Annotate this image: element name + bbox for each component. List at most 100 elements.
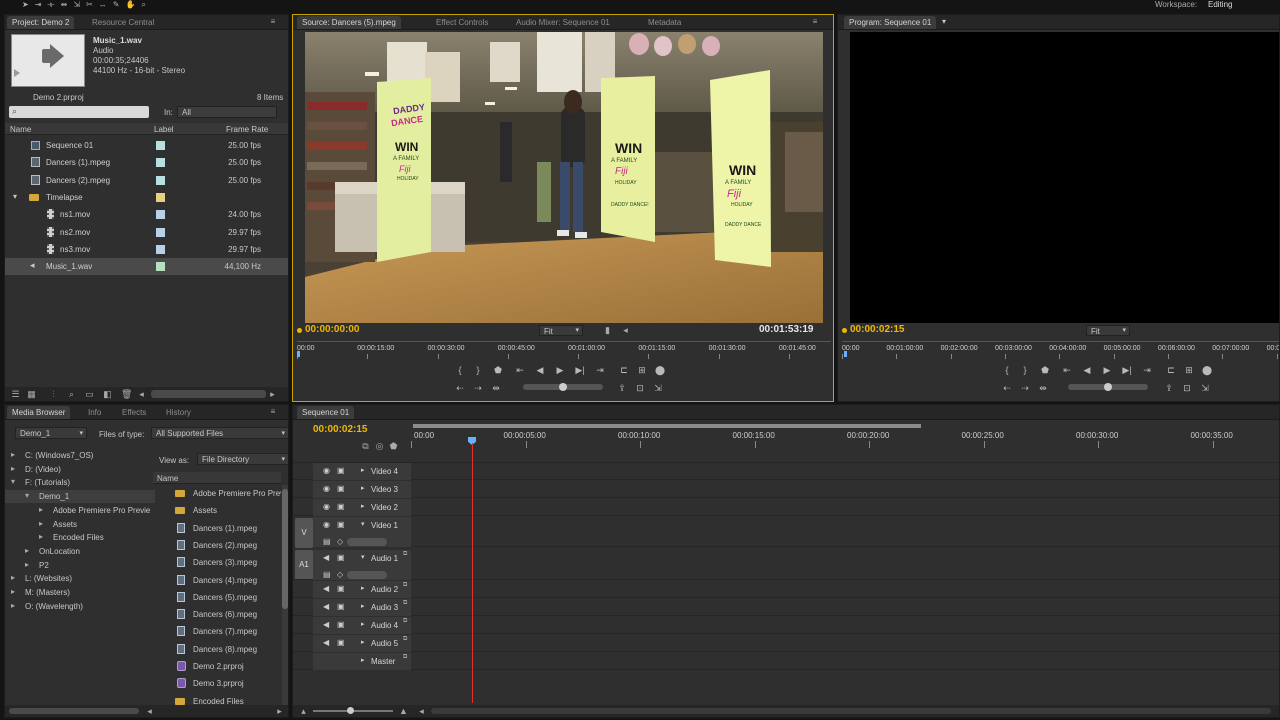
tree-item[interactable]: ▸ M: (Masters)	[5, 586, 155, 599]
output-icon[interactable]: ⇹	[489, 382, 503, 394]
rate-stretch-tool-icon[interactable]: ⇲	[73, 0, 86, 9]
rolling-edit-tool-icon[interactable]: ⇹	[61, 0, 74, 9]
tab-program[interactable]: Program: Sequence 01	[844, 16, 937, 29]
program-playhead-marker[interactable]	[844, 351, 847, 357]
file-list-item[interactable]: Dancers (5).mpeg	[153, 589, 281, 606]
in-select[interactable]: All	[177, 106, 277, 118]
program-timecode[interactable]: 00:00:02:15	[850, 324, 904, 335]
video-track[interactable]: ◉ ▣ ▾ Video 1 ▤ ◇	[293, 517, 1279, 547]
program-add-marker-icon[interactable]: ⬟	[1038, 364, 1052, 376]
speaker-icon[interactable]: ◀	[323, 602, 329, 611]
go-to-in-icon[interactable]: ⇤	[513, 364, 527, 376]
label-swatch[interactable]	[156, 244, 165, 254]
add-marker-icon[interactable]: ⬟	[491, 364, 505, 376]
view-as-select[interactable]: File Directory ▾	[197, 453, 288, 465]
column-frame-rate[interactable]: Frame Rate	[226, 125, 268, 134]
tree-item[interactable]: ▸ L: (Websites)	[5, 572, 155, 585]
program-play-icon[interactable]: ▶	[1100, 364, 1114, 376]
snap-icon[interactable]: ⧉	[361, 442, 370, 451]
program-export-frame-icon[interactable]: ⬤	[1200, 364, 1214, 376]
search-input[interactable]: ⌕	[9, 106, 149, 118]
media-scroll-left-icon[interactable]: ◂	[145, 707, 154, 716]
tree-arrow-icon[interactable]: ▸	[39, 519, 43, 528]
tab-media-browser[interactable]: Media Browser	[7, 406, 71, 419]
keyframe-nav[interactable]	[347, 538, 387, 546]
column-name[interactable]: Name	[10, 125, 31, 134]
sync-lock-icon[interactable]: ▣	[337, 638, 345, 647]
sync-lock-icon[interactable]: ▣	[337, 602, 345, 611]
lift-icon[interactable]: ⇪	[615, 382, 629, 394]
program-mark-in-icon[interactable]: {	[1000, 364, 1014, 376]
sync-lock-icon[interactable]: ▣	[337, 466, 345, 475]
program-output-icon[interactable]: ⇹	[1036, 382, 1050, 394]
program-step-back-icon[interactable]: ◀	[1080, 364, 1094, 376]
file-list-item[interactable]: Dancers (2).mpeg	[153, 537, 281, 554]
icon-view-icon[interactable]: ▦	[27, 390, 36, 399]
expand-track-icon[interactable]: ▸	[361, 466, 365, 474]
tab-info[interactable]: Info	[83, 406, 106, 419]
audio-track[interactable]: ◀ ▣ ▾ Audio 1 ⧉ ▤ ◇	[293, 550, 1279, 580]
expand-track-icon[interactable]: ▸	[361, 620, 365, 628]
speaker-icon[interactable]: ◀	[323, 638, 329, 647]
sync-lock-icon[interactable]: ▣	[337, 584, 345, 593]
file-list-item[interactable]: Dancers (3).mpeg	[153, 554, 281, 571]
panel-menu-icon[interactable]: ≡	[267, 18, 279, 26]
speaker-icon[interactable]: ◀	[323, 553, 329, 562]
label-swatch[interactable]	[156, 192, 165, 202]
expand-track-icon[interactable]: ▸	[361, 484, 365, 492]
program-fit-select[interactable]: Fit ▾	[1086, 325, 1130, 336]
file-list-item[interactable]: Adobe Premiere Pro Prev	[153, 485, 281, 502]
timeline-horizontal-scrollbar[interactable]	[431, 708, 1271, 714]
tree-arrow-icon[interactable]: ▸	[25, 560, 29, 569]
keyframe-icon[interactable]: ◇	[337, 537, 343, 546]
audio-track[interactable]: ◀ ▣ ▸ Audio 4 ⧉	[293, 617, 1279, 634]
program-ruler[interactable]: 00:00 00:01:00:00 00:02:00:00 00:03:00:00 00…	[842, 341, 1279, 359]
timeline-ruler[interactable]: 00:00 00:00:05:00 00:00:10:00 00:00:15:00 00…	[411, 429, 1279, 449]
sync-lock-icon[interactable]: ▣	[337, 620, 345, 629]
audio-track[interactable]: ◀ ▣ ▸ Audio 3 ⧉	[293, 599, 1279, 616]
program-playhead-dot[interactable]	[842, 328, 847, 333]
tab-history[interactable]: History	[161, 406, 196, 419]
expand-track-icon[interactable]: ▾	[361, 520, 365, 528]
media-menu-icon[interactable]: ≡	[267, 408, 279, 416]
file-list-item[interactable]: Assets	[153, 502, 281, 519]
automate-icon[interactable]: ⫶	[49, 390, 58, 399]
zoom-slider[interactable]	[313, 707, 393, 714]
timeline-scroll-left-icon[interactable]: ◂	[417, 707, 426, 716]
tree-arrow-icon[interactable]: ▸	[11, 464, 15, 473]
new-bin-icon[interactable]: ▭	[85, 390, 94, 399]
safe-margins-icon[interactable]: ⇢	[471, 382, 485, 394]
label-swatch[interactable]	[156, 175, 165, 185]
pen-tool-icon[interactable]: ✎	[113, 0, 126, 9]
program-trim-icon[interactable]: ⇪	[1162, 382, 1176, 394]
timeline-timecode[interactable]: 00:00:02:15	[313, 424, 367, 435]
slip-tool-icon[interactable]: ↔	[99, 0, 113, 9]
program-go-to-in-icon[interactable]: ⇤	[1060, 364, 1074, 376]
tree-item[interactable]: ▾ Demo_1	[5, 490, 155, 504]
project-row[interactable]: ns2.mov 29.97 fps	[5, 224, 288, 241]
drag-video-icon[interactable]: ▮	[603, 326, 612, 335]
shuttle-slider[interactable]	[523, 383, 603, 391]
tree-arrow-icon[interactable]: ▸	[39, 505, 43, 514]
step-back-icon[interactable]: ◀	[533, 364, 547, 376]
source-playhead-dot[interactable]	[297, 328, 302, 333]
tree-item[interactable]: ▾ F: (Tutorials)	[5, 476, 155, 489]
project-row[interactable]: ▾ Timelapse	[5, 189, 288, 206]
workspace-select[interactable]: Editing	[1208, 0, 1232, 9]
tree-item[interactable]: ▸ C: (Windows7_OS)	[5, 449, 155, 462]
tree-arrow-icon[interactable]: ▸	[11, 573, 15, 582]
tab-effect-controls[interactable]: Effect Controls	[431, 16, 493, 29]
work-area-bar[interactable]	[413, 424, 921, 428]
file-list-item[interactable]: Dancers (8).mpeg	[153, 641, 281, 658]
expand-track-icon[interactable]: ▾	[361, 553, 365, 561]
set-marker-icon[interactable]: ◎	[375, 442, 384, 451]
loop-icon[interactable]: ⇠	[453, 382, 467, 394]
label-swatch[interactable]	[156, 141, 165, 150]
expand-track-icon[interactable]: ▸	[361, 638, 365, 646]
track-select-tool-icon[interactable]: ⇥	[35, 0, 48, 9]
tab-metadata[interactable]: Metadata	[643, 16, 686, 29]
file-list-item[interactable]: Dancers (6).mpeg	[153, 606, 281, 623]
tab-source[interactable]: Source: Dancers (5).mpeg	[297, 16, 401, 29]
program-go-to-out-icon[interactable]: ⇥	[1140, 364, 1154, 376]
go-to-out-icon[interactable]: ⇥	[593, 364, 607, 376]
